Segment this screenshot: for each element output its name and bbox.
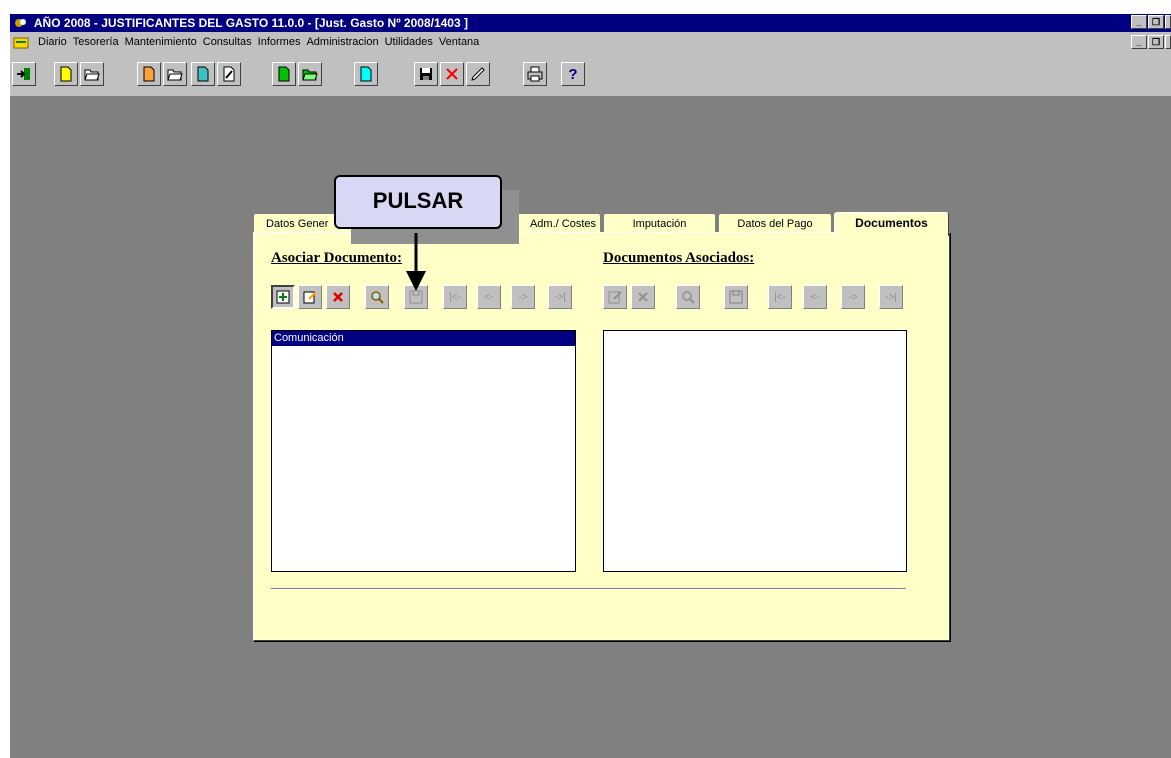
doc-restore-button[interactable]: ❐ — [1148, 35, 1164, 49]
tab-label: Datos Gener — [266, 218, 329, 230]
left-arrow-icon: <- — [810, 291, 820, 303]
tab-label: Datos del Pago — [737, 218, 813, 230]
asociados-save-button[interactable] — [724, 285, 748, 309]
delete-document-button[interactable] — [326, 285, 350, 309]
open-button-3[interactable] — [298, 62, 322, 86]
menu-utilidades[interactable]: Utilidades — [385, 36, 433, 48]
new-document-icon — [360, 66, 372, 82]
add-document-icon — [276, 290, 290, 304]
asociados-first-button[interactable]: |<- — [768, 285, 792, 309]
app-icon — [15, 19, 26, 27]
first-arrow-icon: |<- — [449, 291, 461, 303]
floppy-disk-icon — [420, 68, 432, 80]
menu-ventana[interactable]: Ventana — [439, 36, 479, 48]
print-button[interactable] — [523, 62, 547, 86]
edit-document-button[interactable] — [217, 62, 241, 86]
window-title: AÑO 2008 - JUSTIFICANTES DEL GASTO 11.0.… — [33, 16, 468, 30]
new-button-5[interactable] — [354, 62, 378, 86]
minimize-button[interactable]: _ — [1131, 15, 1147, 29]
edit-document-button[interactable] — [298, 285, 322, 309]
tab-label: Imputación — [632, 218, 687, 230]
open-button[interactable] — [80, 62, 104, 86]
new-button[interactable] — [54, 62, 78, 86]
menu-diario[interactable]: Diario — [38, 36, 67, 48]
question-mark-icon: ? — [568, 65, 578, 83]
divider — [271, 588, 906, 590]
edit-document-icon — [608, 291, 622, 304]
new-document-icon — [278, 66, 290, 82]
document-type-list[interactable]: Comunicación — [271, 330, 576, 572]
open-folder-icon — [302, 69, 318, 81]
menu-consultas[interactable]: Consultas — [203, 36, 252, 48]
toolbar: ? — [10, 54, 1171, 98]
exit-button[interactable] — [12, 62, 36, 86]
left-arrow-icon: <- — [484, 291, 494, 303]
asociar-documento-title: Asociar Documento: — [271, 250, 402, 266]
new-button-2[interactable] — [137, 62, 161, 86]
document-window-icon[interactable] — [13, 36, 29, 50]
delete-button[interactable] — [440, 62, 464, 86]
new-document-icon — [197, 66, 209, 82]
associated-documents-list[interactable] — [603, 330, 907, 572]
edit-document-icon — [223, 66, 235, 82]
title-bar: AÑO 2008 - JUSTIFICANTES DEL GASTO 11.0.… — [10, 14, 1171, 32]
edit-button[interactable] — [466, 62, 490, 86]
document-window-controls: _ ❐ — [1131, 35, 1171, 49]
list-item[interactable]: Comunicación — [272, 331, 575, 346]
tab-label: Adm./ Costes — [529, 218, 596, 230]
close-button[interactable] — [1165, 15, 1171, 29]
doc-close-button[interactable] — [1165, 35, 1171, 49]
asociados-last-button[interactable]: ->| — [879, 285, 903, 309]
doc-minimize-button[interactable]: _ — [1131, 35, 1147, 49]
save-button[interactable] — [414, 62, 438, 86]
window-controls: _ ❐ — [1131, 15, 1171, 29]
edit-document-icon — [303, 291, 317, 304]
delete-x-icon — [638, 292, 648, 302]
callout-arrow-icon — [406, 233, 426, 291]
floppy-disk-icon — [729, 290, 743, 304]
next-record-button[interactable]: -> — [511, 285, 535, 309]
help-button[interactable]: ? — [561, 62, 585, 86]
tab-label: Documentos — [855, 216, 928, 230]
new-document-icon — [60, 66, 72, 82]
asociados-edit-button[interactable] — [603, 285, 627, 309]
menu-bar: Diario Tesorería Mantenimiento Consultas… — [10, 32, 1171, 54]
restore-button[interactable]: ❐ — [1148, 15, 1164, 29]
new-document-icon — [143, 66, 155, 82]
delete-x-icon — [446, 68, 458, 80]
last-arrow-icon: ->| — [554, 291, 566, 303]
pencil-edit-icon — [471, 67, 485, 81]
pulsar-callout: PULSAR — [334, 175, 502, 229]
tab-documentos[interactable]: Documentos — [834, 212, 949, 236]
last-record-button[interactable]: ->| — [548, 285, 572, 309]
asociados-delete-button[interactable] — [631, 285, 655, 309]
first-arrow-icon: |<- — [774, 291, 786, 303]
asociados-next-button[interactable]: -> — [841, 285, 865, 309]
delete-x-icon — [333, 292, 343, 302]
right-arrow-icon: -> — [518, 291, 528, 303]
magnifier-icon — [371, 291, 384, 304]
menu-administracion[interactable]: Administracion — [306, 36, 378, 48]
first-record-button[interactable]: |<- — [443, 285, 467, 309]
previous-record-button[interactable]: <- — [477, 285, 501, 309]
exit-door-icon — [17, 68, 30, 80]
menu-tesoreria[interactable]: Tesorería — [73, 36, 119, 48]
new-button-3[interactable] — [191, 62, 215, 86]
asociados-search-button[interactable] — [676, 285, 700, 309]
open-folder-icon — [167, 69, 183, 81]
open-button-2[interactable] — [163, 62, 187, 86]
printer-icon — [527, 66, 543, 82]
open-folder-icon — [84, 69, 100, 81]
asociados-previous-button[interactable]: <- — [803, 285, 827, 309]
search-button[interactable] — [365, 285, 389, 309]
menu-mantenimiento[interactable]: Mantenimiento — [125, 36, 197, 48]
right-arrow-icon: -> — [848, 291, 858, 303]
menu-informes[interactable]: Informes — [258, 36, 301, 48]
add-document-button[interactable] — [271, 285, 295, 309]
new-button-4[interactable] — [272, 62, 296, 86]
last-arrow-icon: ->| — [885, 291, 897, 303]
magnifier-icon — [682, 291, 695, 304]
documentos-asociados-title: Documentos Asociados: — [603, 250, 755, 266]
